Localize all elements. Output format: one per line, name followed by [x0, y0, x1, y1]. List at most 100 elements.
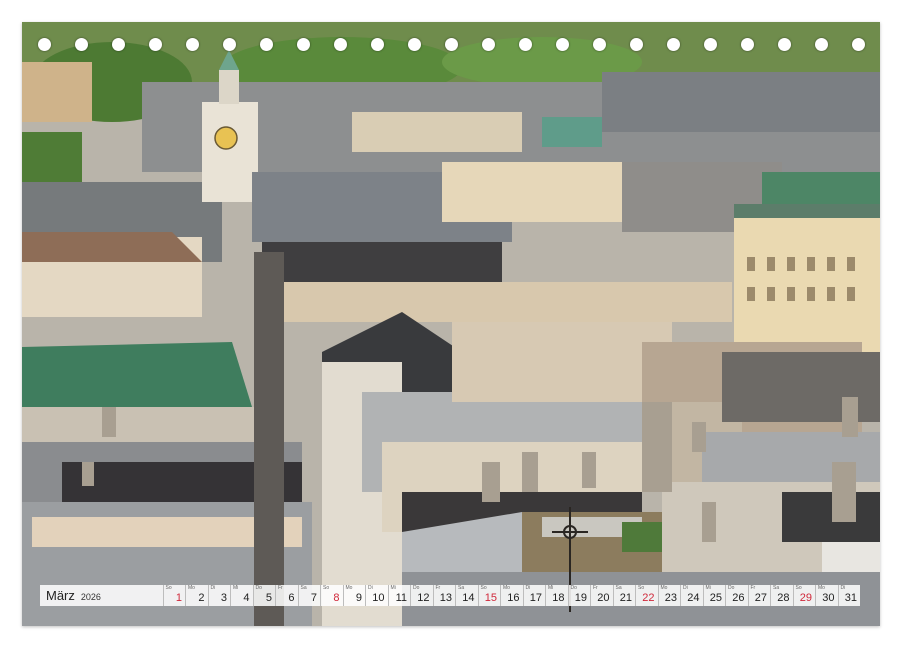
day-cell: Mi18	[545, 585, 568, 606]
weekday-label: So	[481, 585, 487, 591]
binding-ring	[630, 38, 643, 51]
weekday-label: Di	[841, 585, 846, 591]
month-year: 2026	[81, 592, 101, 602]
weekday-label: Sa	[458, 585, 464, 591]
weekday-label: Mo	[661, 585, 668, 591]
day-cell: Mo30	[815, 585, 838, 606]
day-number: 9	[356, 592, 362, 604]
day-cell: So15	[478, 585, 501, 606]
weekday-label: Di	[526, 585, 531, 591]
binding-ring	[556, 38, 569, 51]
binding-ring	[186, 38, 199, 51]
binding-ring	[519, 38, 532, 51]
binding-ring	[593, 38, 606, 51]
day-cell: Fr13	[433, 585, 456, 606]
day-cell: So29	[793, 585, 816, 606]
binding-ring	[408, 38, 421, 51]
day-cell: So 1	[163, 585, 186, 606]
weekday-label: Mo	[503, 585, 510, 591]
day-cell: Di10	[365, 585, 388, 606]
day-number: 6	[288, 592, 294, 604]
day-cell: Fr20	[590, 585, 613, 606]
day-number: 12	[417, 592, 429, 604]
weekday-label: So	[323, 585, 329, 591]
day-number: 23	[665, 592, 677, 604]
day-number: 19	[575, 592, 587, 604]
day-cell: Mi4	[230, 585, 253, 606]
binding-ring	[778, 38, 791, 51]
binding-ring	[815, 38, 828, 51]
binding-ring	[223, 38, 236, 51]
binding-ring	[667, 38, 680, 51]
weekday-label: Fr	[751, 585, 756, 591]
day-cell: Mi11	[388, 585, 411, 606]
day-number: 28	[777, 592, 789, 604]
binding-ring	[371, 38, 384, 51]
day-cell: Fr6	[275, 585, 298, 606]
weekday-label: Do	[728, 585, 734, 591]
day-cell: Sa14	[455, 585, 478, 606]
day-number: 25	[710, 592, 722, 604]
binding-ring	[482, 38, 495, 51]
weekday-label: Mo	[188, 585, 195, 591]
month-label: März 2026	[40, 588, 163, 603]
binding-rings	[22, 38, 880, 58]
day-number: 5	[266, 592, 272, 604]
binding-ring	[741, 38, 754, 51]
weekday-label: So	[166, 585, 172, 591]
day-cell: Do19	[568, 585, 591, 606]
weekday-label: Do	[256, 585, 262, 591]
day-number: 21	[620, 592, 632, 604]
binding-ring	[445, 38, 458, 51]
day-cell: Sa21	[613, 585, 636, 606]
calendar-page: März 2026 So1Mo2Di3Mi4Do5Fr6Sa7So8Mo9Di1…	[22, 22, 880, 626]
day-number: 8	[333, 592, 339, 604]
day-cell: Sa28	[770, 585, 793, 606]
day-number: 15	[485, 592, 497, 604]
day-number: 7	[311, 592, 317, 604]
calendar-bar: März 2026 So1Mo2Di3Mi4Do5Fr6Sa7So8Mo9Di1…	[40, 585, 860, 606]
weekday-label: Sa	[616, 585, 622, 591]
day-cell: Di3	[208, 585, 231, 606]
day-cell: Do12	[410, 585, 433, 606]
day-cell: So 8	[320, 585, 343, 606]
day-number: 29	[800, 592, 812, 604]
weekday-label: Di	[368, 585, 373, 591]
binding-ring	[297, 38, 310, 51]
day-cell: So22	[635, 585, 658, 606]
weekday-label: Mi	[706, 585, 711, 591]
day-cell: Sa 7	[298, 585, 321, 606]
day-number: 17	[530, 592, 542, 604]
day-number: 4	[243, 592, 249, 604]
day-cell: Di24	[680, 585, 703, 606]
weekday-label: Sa	[301, 585, 307, 591]
salzburg-rooftops-photo	[22, 22, 880, 626]
weekday-label: Do	[413, 585, 419, 591]
binding-ring	[334, 38, 347, 51]
weekday-label: Fr	[436, 585, 441, 591]
day-cell: Fr27	[748, 585, 771, 606]
day-number: 26	[732, 592, 744, 604]
weekday-label: Di	[683, 585, 688, 591]
weekday-label: Sa	[773, 585, 779, 591]
day-cell: Mo9	[343, 585, 366, 606]
binding-ring	[75, 38, 88, 51]
weekday-label: Fr	[593, 585, 598, 591]
day-number: 30	[822, 592, 834, 604]
binding-ring	[112, 38, 125, 51]
day-cell: Mo16	[500, 585, 523, 606]
binding-ring	[704, 38, 717, 51]
day-number: 10	[372, 592, 384, 604]
day-cell: Do 5	[253, 585, 276, 606]
weekday-label: Mi	[391, 585, 396, 591]
day-cell: Di17	[523, 585, 546, 606]
weekday-label: Mo	[818, 585, 825, 591]
day-number: 16	[507, 592, 519, 604]
binding-ring	[38, 38, 51, 51]
day-number: 13	[440, 592, 452, 604]
day-number: 3	[221, 592, 227, 604]
day-number: 1	[176, 592, 182, 604]
weekday-label: Do	[571, 585, 577, 591]
day-number: 31	[845, 592, 857, 604]
day-number: 11	[396, 592, 407, 604]
